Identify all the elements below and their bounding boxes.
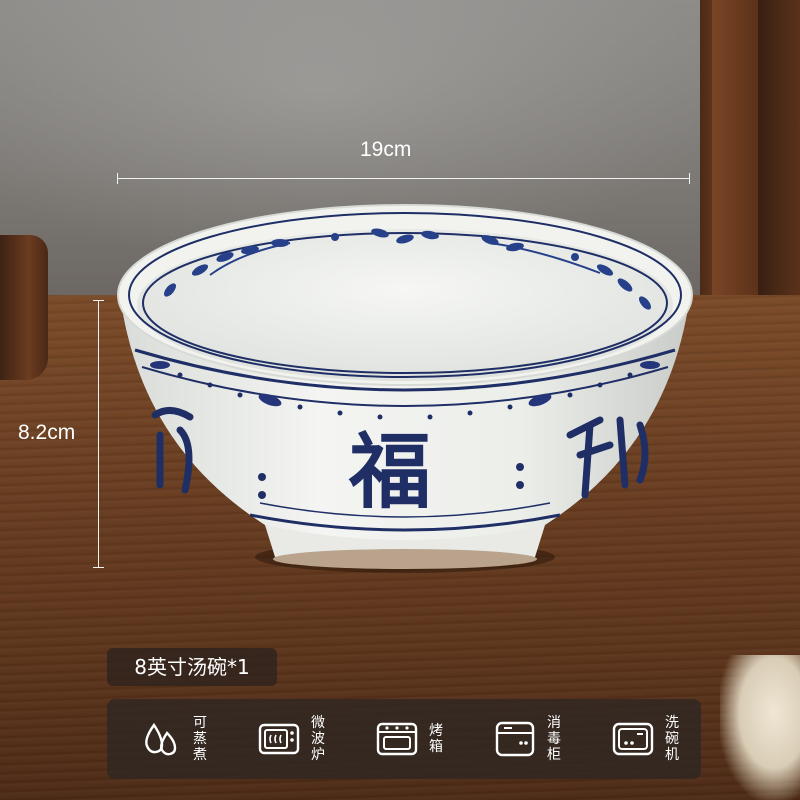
- width-label: 19cm: [360, 138, 412, 161]
- feature-label: 洗碗机: [665, 715, 679, 763]
- product-label: 8英寸汤碗*1: [107, 648, 277, 686]
- feature-steam: 可蒸煮: [117, 715, 225, 763]
- feature-sterilizer: 消毒柜: [471, 715, 579, 763]
- feature-label: 烤箱: [429, 723, 443, 755]
- wooden-frame-panel: [712, 0, 758, 320]
- fu-character: 福: [348, 424, 431, 520]
- feature-label: 消毒柜: [547, 715, 561, 763]
- feature-label: 微波炉: [311, 715, 325, 763]
- steam-drops-icon: [139, 717, 183, 761]
- oven-icon: [375, 717, 419, 761]
- linen-cloth: [720, 655, 800, 800]
- feature-label: 可蒸煮: [193, 715, 207, 763]
- sterilizer-cabinet-icon: [493, 717, 537, 761]
- dishwasher-icon: [611, 717, 655, 761]
- feature-bar: 可蒸煮 微波炉 烤箱 消毒柜 洗碗机: [107, 699, 701, 779]
- feature-oven: 烤箱: [353, 717, 461, 761]
- height-dimension-line: [93, 300, 104, 568]
- height-label: 8.2cm: [18, 421, 76, 444]
- microwave-icon: [257, 717, 301, 761]
- wooden-jar: [0, 235, 48, 380]
- blue-white-bowl: 福: [117, 204, 693, 573]
- feature-dishwasher: 洗碗机: [589, 715, 697, 763]
- feature-microwave: 微波炉: [235, 715, 343, 763]
- width-dimension-line: [117, 173, 690, 184]
